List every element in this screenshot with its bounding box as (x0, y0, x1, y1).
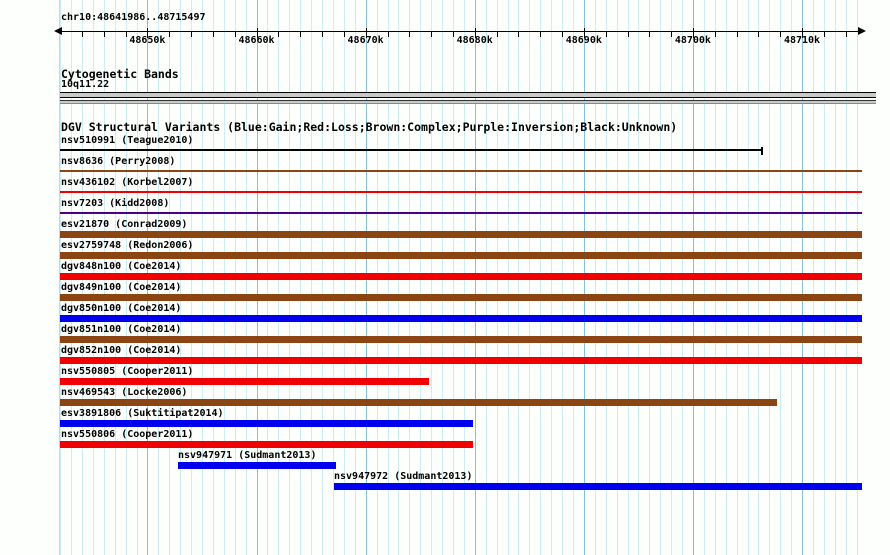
track-label: nsv550806 (Cooper2011) (61, 429, 194, 440)
track-label: nsv8636 (Perry2008) (61, 156, 176, 167)
track-label: dgv851n100 (Coe2014) (61, 324, 182, 335)
genome-browser-view: chr10:48641986..48715497 48650k 48660k 486… (0, 0, 890, 555)
track-label: nsv550805 (Cooper2011) (61, 366, 194, 377)
track-label: nsv436102 (Korbel2007) (61, 177, 194, 188)
variant-bar[interactable] (60, 336, 862, 343)
variant-bar[interactable] (60, 399, 777, 406)
variant-bar[interactable] (60, 315, 862, 322)
variant-bar[interactable] (60, 273, 862, 280)
variant-range-line[interactable] (60, 149, 762, 151)
variant-line[interactable] (60, 170, 862, 172)
track-label: nsv469543 (Locke2006) (61, 387, 188, 398)
variant-line[interactable] (60, 191, 862, 193)
variant-bar[interactable] (334, 483, 862, 490)
track-label: dgv852n100 (Coe2014) (61, 345, 182, 356)
track-label: esv3891806 (Suktitipat2014) (61, 408, 224, 419)
variant-bar[interactable] (178, 462, 336, 469)
variant-bar[interactable] (60, 231, 862, 238)
track-label: nsv510991 (Teague2010) (61, 135, 194, 146)
variant-bar[interactable] (60, 378, 429, 385)
track-label: dgv848n100 (Coe2014) (61, 261, 182, 272)
track-label: nsv947971 (Sudmant2013) (178, 450, 317, 461)
track-label: esv21870 (Conrad2009) (61, 219, 188, 230)
variant-bar[interactable] (60, 357, 862, 364)
track-label: nsv947972 (Sudmant2013) (334, 471, 473, 482)
variant-range-endcap (760, 147, 763, 155)
variant-line[interactable] (60, 212, 862, 214)
variant-bar[interactable] (60, 441, 474, 448)
track-label: dgv850n100 (Coe2014) (61, 303, 182, 314)
track-label: esv2759748 (Redon2006) (61, 240, 194, 251)
tracks-layer: nsv510991 (Teague2010) nsv8636 (Perry2008… (0, 0, 890, 555)
track-label: nsv7203 (Kidd2008) (61, 198, 170, 209)
variant-bar[interactable] (60, 294, 862, 301)
variant-bar[interactable] (60, 420, 474, 427)
variant-bar[interactable] (60, 252, 862, 259)
track-label: dgv849n100 (Coe2014) (61, 282, 182, 293)
